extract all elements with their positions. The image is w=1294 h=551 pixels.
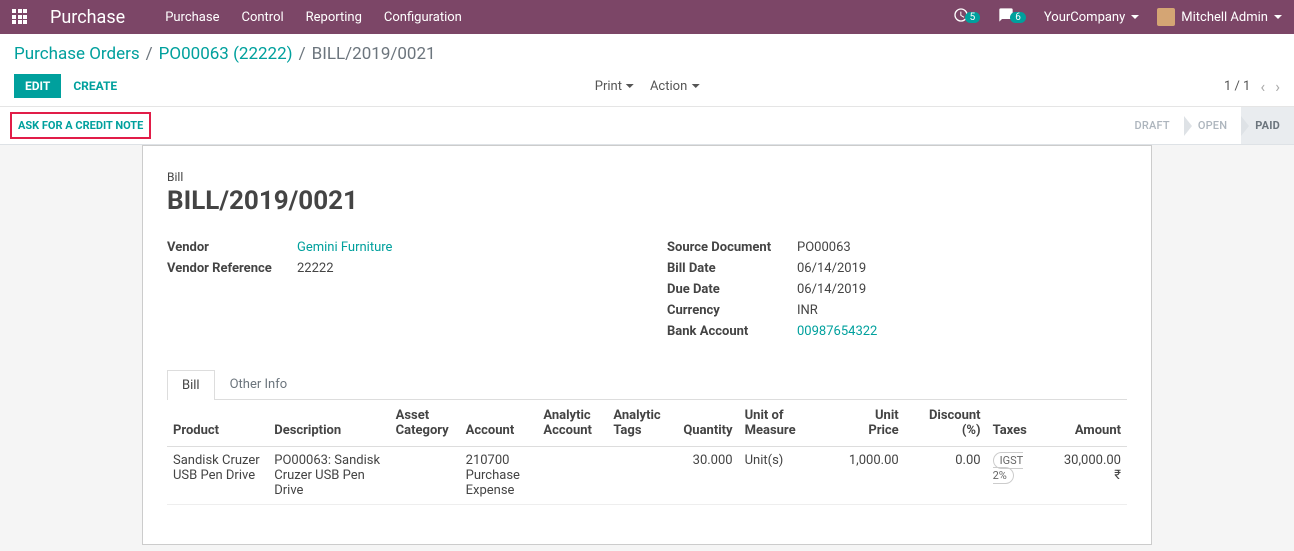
- col-quantity: Quantity: [677, 400, 738, 447]
- control-bar: EDIT CREATE Print Action 1 / 1 ‹ ›: [0, 68, 1294, 107]
- app-title: Purchase: [50, 7, 125, 28]
- menu-purchase[interactable]: Purchase: [165, 10, 219, 25]
- currency-label: Currency: [667, 303, 797, 318]
- cell-asset: [390, 447, 460, 505]
- edit-button[interactable]: EDIT: [14, 74, 61, 98]
- status-open[interactable]: OPEN: [1184, 107, 1241, 144]
- table-row[interactable]: Sandisk Cruzer USB Pen Drive PO00063: Sa…: [167, 447, 1127, 505]
- breadcrumb: Purchase Orders / PO00063 (22222) / BILL…: [0, 34, 1294, 68]
- bill-date-value: 06/14/2019: [797, 261, 866, 276]
- menu-configuration[interactable]: Configuration: [384, 10, 462, 25]
- col-discount: Discount (%): [905, 400, 987, 447]
- col-taxes: Taxes: [987, 400, 1050, 447]
- company-selector[interactable]: YourCompany: [1044, 10, 1139, 25]
- vendor-ref-label: Vendor Reference: [167, 261, 297, 276]
- tab-bill[interactable]: Bill: [167, 370, 215, 400]
- source-doc-value: PO00063: [797, 240, 851, 255]
- lines-table: Product Description Asset Category Accou…: [167, 400, 1127, 505]
- cell-account: 210700 Purchase Expense: [460, 447, 538, 505]
- user-name: Mitchell Admin: [1181, 10, 1268, 25]
- bank-account-label: Bank Account: [667, 324, 797, 339]
- col-asset: Asset Category: [390, 400, 460, 447]
- cell-description: PO00063: Sandisk Cruzer USB Pen Drive: [268, 447, 389, 505]
- source-doc-label: Source Document: [667, 240, 797, 255]
- form-sheet: Bill BILL/2019/0021 Vendor Gemini Furnit…: [142, 145, 1152, 545]
- tabs: Bill Other Info: [167, 369, 1127, 400]
- top-nav: Purchase Purchase Control Reporting Conf…: [0, 0, 1294, 34]
- tax-tag: IGST 2%: [993, 452, 1024, 484]
- col-uom: Unit of Measure: [739, 400, 837, 447]
- menu-control[interactable]: Control: [241, 10, 283, 25]
- user-menu[interactable]: Mitchell Admin: [1157, 8, 1282, 26]
- messaging-badge: 6: [1010, 12, 1026, 23]
- create-button[interactable]: CREATE: [73, 79, 117, 93]
- cell-uom: Unit(s): [739, 447, 837, 505]
- col-description: Description: [268, 400, 389, 447]
- cell-analytic-account: [537, 447, 607, 505]
- due-date-label: Due Date: [667, 282, 797, 297]
- col-unit-price: Unit Price: [837, 400, 905, 447]
- caret-down-icon: [1131, 15, 1139, 19]
- pager-prev[interactable]: ‹: [1260, 77, 1265, 96]
- cell-discount: 0.00: [905, 447, 987, 505]
- col-analytic-account: Analytic Account: [537, 400, 607, 447]
- print-label: Print: [595, 79, 622, 94]
- caret-down-icon: [691, 84, 699, 88]
- messaging-button[interactable]: 6: [998, 7, 1026, 27]
- status-bar: ASK FOR A CREDIT NOTE DRAFT OPEN PAID: [0, 107, 1294, 145]
- status-draft[interactable]: DRAFT: [1121, 107, 1184, 144]
- col-product: Product: [167, 400, 268, 447]
- caret-down-icon: [626, 84, 634, 88]
- breadcrumb-root[interactable]: Purchase Orders: [14, 44, 140, 64]
- vendor-value[interactable]: Gemini Furniture: [297, 240, 392, 255]
- company-name: YourCompany: [1044, 10, 1125, 25]
- vendor-ref-value: 22222: [297, 261, 334, 276]
- caret-down-icon: [1274, 15, 1282, 19]
- doc-type: Bill: [167, 170, 1127, 184]
- action-label: Action: [650, 79, 687, 94]
- vendor-label: Vendor: [167, 240, 297, 255]
- pager-next[interactable]: ›: [1275, 77, 1280, 96]
- currency-value: INR: [797, 303, 818, 318]
- bank-account-value[interactable]: 00987654322: [797, 324, 877, 339]
- col-analytic-tags: Analytic Tags: [607, 400, 677, 447]
- cell-amount: 30,000.00 ₹: [1050, 447, 1127, 505]
- breadcrumb-current: BILL/2019/0021: [312, 44, 436, 64]
- doc-title: BILL/2019/0021: [167, 186, 1127, 216]
- breadcrumb-po[interactable]: PO00063 (22222): [159, 44, 293, 64]
- cell-analytic-tags: [607, 447, 677, 505]
- col-account: Account: [460, 400, 538, 447]
- cell-unit-price: 1,000.00: [837, 447, 905, 505]
- cell-quantity: 30.000: [677, 447, 738, 505]
- action-dropdown[interactable]: Action: [650, 79, 699, 94]
- cell-product: Sandisk Cruzer USB Pen Drive: [167, 447, 268, 505]
- apps-icon[interactable]: [12, 9, 28, 25]
- col-amount: Amount: [1050, 400, 1127, 447]
- activities-badge: 5: [965, 12, 981, 23]
- due-date-value: 06/14/2019: [797, 282, 866, 297]
- activities-button[interactable]: 5: [953, 7, 981, 27]
- tab-other-info[interactable]: Other Info: [215, 369, 303, 399]
- cell-taxes: IGST 2%: [987, 447, 1050, 505]
- avatar: [1157, 8, 1175, 26]
- credit-note-button[interactable]: ASK FOR A CREDIT NOTE: [10, 112, 151, 139]
- bill-date-label: Bill Date: [667, 261, 797, 276]
- pager: 1 / 1 ‹ ›: [1224, 77, 1280, 96]
- pager-count: 1 / 1: [1224, 79, 1250, 94]
- menu-reporting[interactable]: Reporting: [306, 10, 362, 25]
- print-dropdown[interactable]: Print: [595, 79, 634, 94]
